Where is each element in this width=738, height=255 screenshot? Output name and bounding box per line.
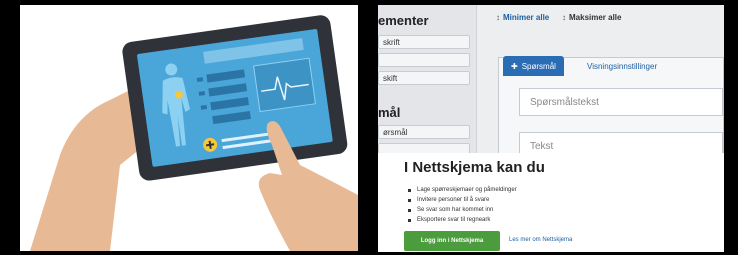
question-editor: ✚ Spørsmål Visningsinnstillinger Spørsmå… — [498, 56, 724, 160]
tab-questions-label: Spørsmål — [521, 61, 556, 71]
sidebar-item[interactable]: skift — [378, 71, 470, 85]
tab-display-settings[interactable]: Visningsinnstillinger — [579, 56, 665, 76]
minimize-all-button[interactable]: ↕ Minimer alle — [496, 13, 549, 22]
nettskjema-screenshot: ementer skrift skift mål ørsmål ↕ Minime… — [378, 5, 724, 252]
tab-questions[interactable]: ✚ Spørsmål — [503, 56, 564, 76]
question-text-input[interactable]: Spørsmålstekst — [519, 88, 723, 116]
sidebar-item[interactable]: skrift — [378, 35, 470, 49]
info-heading: I Nettskjema kan du — [404, 159, 545, 176]
login-button[interactable]: Logg inn i Nettskjema — [404, 231, 500, 251]
sidebar-item[interactable] — [378, 53, 470, 67]
list-item: Eksportere svar til regneark — [408, 215, 517, 225]
list-item: Lage spørreskjemaer og påmeldinger — [408, 185, 517, 195]
expand-arrows-icon: ↕ — [562, 13, 566, 22]
list-item: Se svar som har kommet inn — [408, 205, 517, 215]
maximize-all-label: Maksimer alle — [569, 13, 622, 22]
collapse-arrows-icon: ↕ — [496, 13, 500, 22]
feature-list: Lage spørreskjemaer og påmeldinger Invit… — [408, 185, 517, 225]
minimize-all-label: Minimer alle — [503, 13, 550, 22]
toolbar: ↕ Minimer alle ↕ Maksimer alle — [476, 5, 724, 45]
plus-icon: ✚ — [511, 61, 518, 71]
tablet-illustration — [20, 5, 358, 251]
tab-display-settings-label: Visningsinnstillinger — [587, 61, 658, 71]
sidebar-item[interactable]: ørsmål — [378, 125, 470, 139]
maximize-all-button[interactable]: ↕ Maksimer alle — [562, 13, 621, 22]
tablet-medical-illustration-icon — [30, 15, 358, 251]
sidebar-section-title: mål — [378, 105, 401, 120]
read-more-link[interactable]: Les mer om Nettskjema — [509, 237, 572, 243]
info-panel: I Nettskjema kan du Lage spørreskjemaer … — [378, 153, 724, 252]
sidebar-section-title: ementer — [378, 13, 429, 28]
list-item: Invitere personer til å svare — [408, 195, 517, 205]
sidebar: ementer skrift skift mål ørsmål — [378, 5, 477, 157]
